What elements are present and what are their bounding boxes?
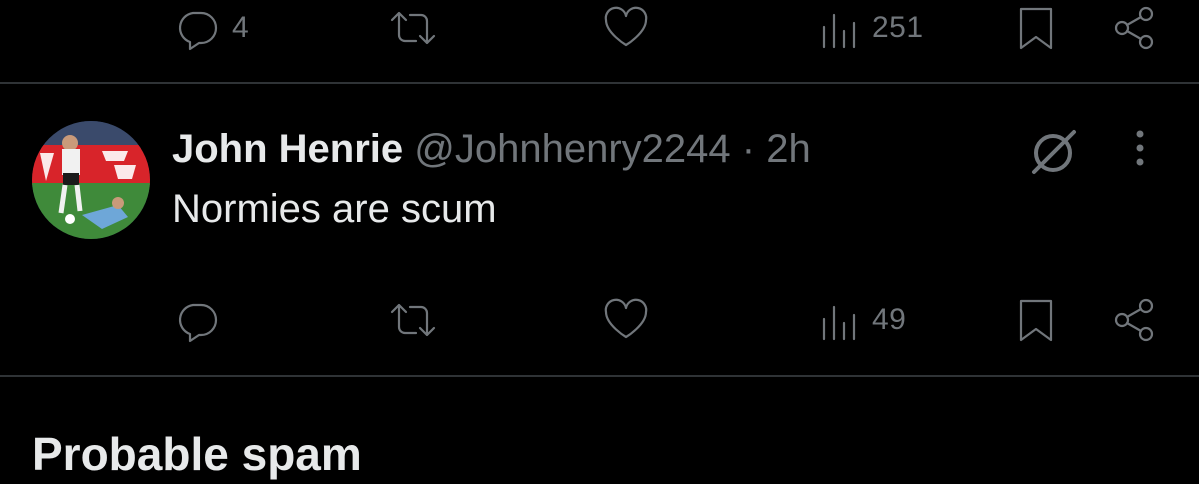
reply-bubble-icon bbox=[178, 11, 218, 51]
divider bbox=[0, 375, 1199, 377]
grok-icon bbox=[1032, 130, 1076, 174]
repost-button[interactable] bbox=[388, 292, 450, 348]
repost-arrows-icon bbox=[390, 303, 436, 337]
bookmark-icon bbox=[1019, 299, 1053, 342]
grok-button[interactable] bbox=[1026, 124, 1082, 185]
divider bbox=[0, 82, 1199, 84]
bookmark-button[interactable] bbox=[1016, 292, 1056, 348]
bookmark-button[interactable] bbox=[1016, 0, 1056, 56]
share-icon bbox=[1114, 298, 1154, 342]
more-vertical-icon bbox=[1136, 130, 1144, 166]
reply-button[interactable]: 4 bbox=[174, 0, 249, 56]
reply-action-bar: 49 bbox=[0, 292, 1199, 348]
timestamp[interactable]: 2h bbox=[766, 127, 811, 171]
views-bar-chart-icon bbox=[822, 305, 856, 341]
tweet-text: Normies are scum bbox=[172, 187, 497, 231]
avatar-photo bbox=[32, 121, 150, 239]
views-bar-chart-icon bbox=[822, 13, 856, 49]
reply-button[interactable] bbox=[174, 292, 232, 348]
avatar[interactable] bbox=[32, 121, 150, 239]
reply-bubble-icon bbox=[178, 303, 218, 343]
separator-dot: · bbox=[741, 127, 756, 171]
more-options-button[interactable] bbox=[1128, 126, 1152, 175]
views-button[interactable]: 49 bbox=[820, 292, 906, 348]
share-button[interactable] bbox=[1110, 0, 1158, 56]
author-handle[interactable]: @Johnhenry2244 bbox=[414, 127, 730, 171]
repost-arrows-icon bbox=[390, 11, 436, 45]
tweet-header: John Henrie @Johnhenry2244 · 2h bbox=[172, 122, 811, 176]
share-icon bbox=[1114, 6, 1154, 50]
bookmark-icon bbox=[1019, 7, 1053, 50]
like-button[interactable] bbox=[602, 0, 662, 56]
reply-count: 4 bbox=[232, 11, 250, 44]
views-button[interactable]: 251 bbox=[820, 0, 924, 56]
share-button[interactable] bbox=[1110, 292, 1158, 348]
heart-icon bbox=[604, 6, 648, 47]
heart-icon bbox=[604, 298, 648, 339]
section-title: Probable spam bbox=[32, 428, 362, 480]
author-name[interactable]: John Henrie bbox=[172, 127, 403, 171]
repost-button[interactable] bbox=[388, 0, 450, 56]
like-button[interactable] bbox=[602, 292, 662, 348]
view-count: 49 bbox=[872, 303, 907, 336]
previous-post-action-bar: 4 251 bbox=[0, 0, 1199, 56]
view-count: 251 bbox=[872, 11, 924, 44]
